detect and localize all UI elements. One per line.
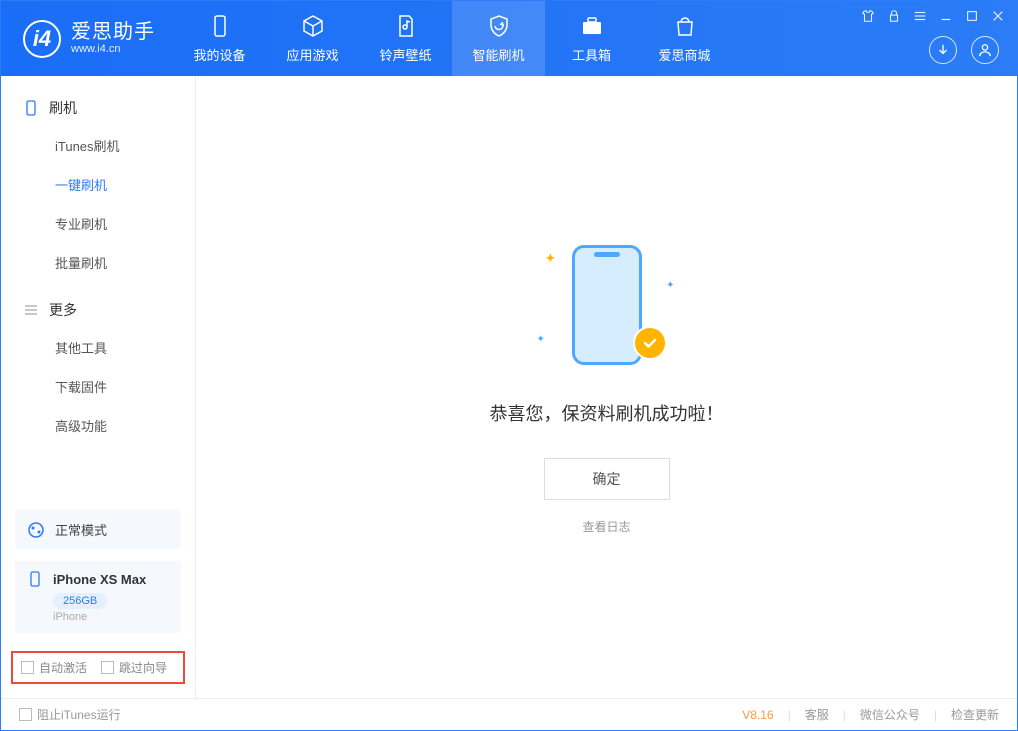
- sidebar-section-more: 更多: [1, 292, 195, 328]
- device-card[interactable]: iPhone XS Max 256GB iPhone: [15, 561, 181, 633]
- phone-icon: [23, 100, 39, 116]
- footer-link-update[interactable]: 检查更新: [951, 706, 999, 723]
- shield-refresh-icon: [486, 13, 512, 39]
- success-illustration: ✦ ✦ ✦: [537, 240, 677, 380]
- tab-label: 我的设备: [193, 45, 245, 64]
- mode-card[interactable]: 正常模式: [15, 510, 181, 549]
- sparkle-icon: ✦: [537, 334, 545, 345]
- sidebar-section-flash: 刷机: [1, 90, 195, 126]
- footer-link-wechat[interactable]: 微信公众号: [860, 706, 920, 723]
- app-logo-icon: i4: [23, 20, 61, 58]
- device-storage-badge: 256GB: [53, 593, 107, 609]
- list-icon: [23, 302, 39, 318]
- bag-icon: [672, 13, 698, 39]
- lock-icon[interactable]: [887, 9, 901, 23]
- tab-label: 智能刷机: [472, 45, 524, 64]
- section-title: 更多: [49, 300, 77, 320]
- footer-link-support[interactable]: 客服: [805, 706, 829, 723]
- checkbox-icon: [19, 708, 32, 721]
- sidebar-item-advanced[interactable]: 高级功能: [1, 406, 195, 445]
- music-file-icon: [393, 13, 419, 39]
- device-name-row: iPhone XS Max: [27, 571, 169, 587]
- tab-smart-flash[interactable]: 智能刷机: [452, 1, 545, 76]
- success-message: 恭喜您，保资料刷机成功啦！: [490, 400, 724, 426]
- checkbox-label: 自动激活: [39, 659, 87, 676]
- sidebar-item-itunes-flash[interactable]: iTunes刷机: [1, 126, 195, 165]
- sidebar: 刷机 iTunes刷机 一键刷机 专业刷机 批量刷机 更多 其他工具 下载固件 …: [1, 76, 196, 698]
- maximize-icon[interactable]: [965, 9, 979, 23]
- footer: 阻止iTunes运行 V8.16 | 客服 | 微信公众号 | 检查更新: [1, 698, 1017, 730]
- sparkle-icon: ✦: [666, 280, 674, 291]
- user-button[interactable]: [971, 36, 999, 64]
- checkbox-icon: [101, 661, 114, 674]
- sparkle-icon: ✦: [545, 250, 557, 267]
- close-icon[interactable]: [991, 9, 1005, 23]
- tshirt-icon[interactable]: [861, 9, 875, 23]
- phone-illustration: [572, 245, 642, 365]
- toolbox-icon: [579, 13, 605, 39]
- checkbox-label: 阻止iTunes运行: [37, 706, 121, 723]
- app-name-cn: 爱思助手: [71, 21, 155, 43]
- logo[interactable]: i4 爱思助手 www.i4.cn: [1, 20, 173, 58]
- checkbox-label: 跳过向导: [119, 659, 167, 676]
- cube-icon: [300, 13, 326, 39]
- checkbox-skip-guide[interactable]: 跳过向导: [101, 659, 167, 676]
- device-icon: [207, 13, 233, 39]
- tab-store[interactable]: 爱思商城: [638, 1, 731, 76]
- tab-label: 工具箱: [572, 45, 611, 64]
- main-content: ✦ ✦ ✦ 恭喜您，保资料刷机成功啦！ 确定 查看日志: [196, 76, 1017, 698]
- footer-right: V8.16 | 客服 | 微信公众号 | 检查更新: [742, 706, 999, 723]
- main-tabs: 我的设备 应用游戏 铃声壁纸 智能刷机 工具箱 爱思商城: [173, 1, 731, 76]
- checkbox-stop-itunes[interactable]: 阻止iTunes运行: [19, 706, 121, 723]
- body: 刷机 iTunes刷机 一键刷机 专业刷机 批量刷机 更多 其他工具 下载固件 …: [1, 76, 1017, 698]
- device-type: iPhone: [53, 611, 169, 623]
- tab-apps-games[interactable]: 应用游戏: [266, 1, 359, 76]
- window-controls: [861, 9, 1005, 23]
- tab-label: 爱思商城: [658, 45, 710, 64]
- sidebar-item-other-tools[interactable]: 其他工具: [1, 328, 195, 367]
- view-log-link[interactable]: 查看日志: [582, 518, 630, 535]
- download-button[interactable]: [929, 36, 957, 64]
- tab-label: 铃声壁纸: [379, 45, 431, 64]
- sidebar-item-batch-flash[interactable]: 批量刷机: [1, 243, 195, 282]
- logo-text: 爱思助手 www.i4.cn: [71, 21, 155, 55]
- header-actions: [929, 36, 999, 64]
- checkbox-icon: [21, 661, 34, 674]
- sidebar-item-download-firmware[interactable]: 下载固件: [1, 367, 195, 406]
- phone-icon: [27, 571, 43, 587]
- mode-icon: [27, 521, 45, 539]
- ok-button[interactable]: 确定: [544, 458, 670, 500]
- menu-icon[interactable]: [913, 9, 927, 23]
- tab-label: 应用游戏: [286, 45, 338, 64]
- mode-label: 正常模式: [55, 520, 107, 539]
- checkbox-auto-activate[interactable]: 自动激活: [21, 659, 87, 676]
- tab-my-device[interactable]: 我的设备: [173, 1, 266, 76]
- sidebar-item-oneclick-flash[interactable]: 一键刷机: [1, 165, 195, 204]
- tab-ringtone-wallpaper[interactable]: 铃声壁纸: [359, 1, 452, 76]
- app-name-en: www.i4.cn: [71, 43, 155, 55]
- tab-toolbox[interactable]: 工具箱: [545, 1, 638, 76]
- section-title: 刷机: [49, 98, 77, 118]
- device-name: iPhone XS Max: [53, 572, 146, 587]
- header: i4 爱思助手 www.i4.cn 我的设备 应用游戏 铃声壁纸 智能刷机 工具…: [1, 1, 1017, 76]
- sidebar-item-pro-flash[interactable]: 专业刷机: [1, 204, 195, 243]
- version-label: V8.16: [742, 708, 773, 722]
- check-badge-icon: [633, 326, 667, 360]
- highlighted-checkbox-row: 自动激活 跳过向导: [11, 651, 185, 684]
- minimize-icon[interactable]: [939, 9, 953, 23]
